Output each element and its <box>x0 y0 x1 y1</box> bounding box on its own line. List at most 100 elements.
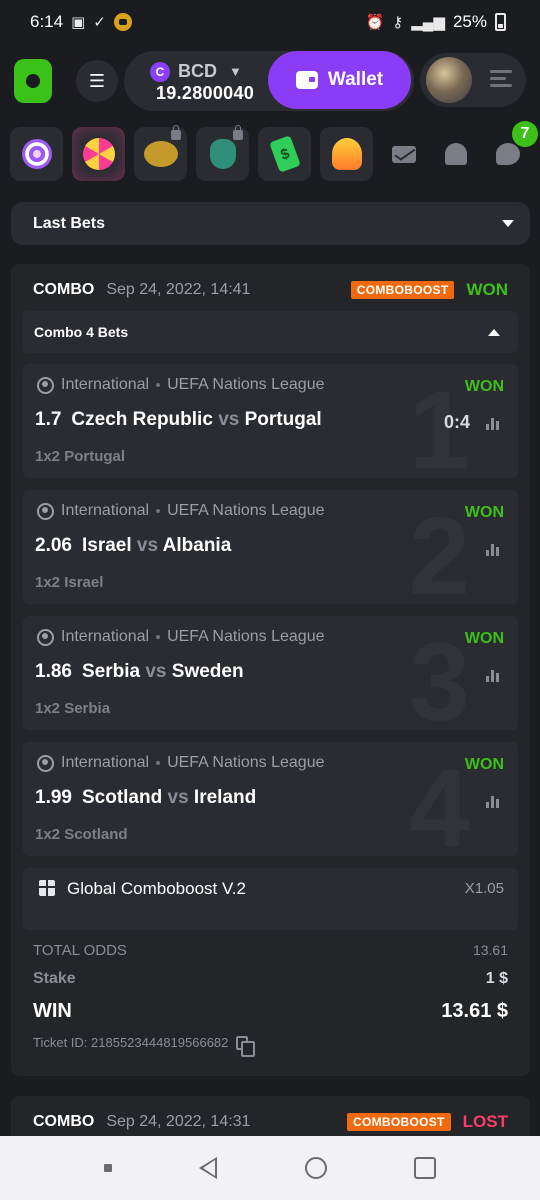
bet-status: LOST <box>462 1112 508 1131</box>
currency-label: BCD <box>178 61 217 81</box>
separator-dot <box>156 383 161 387</box>
chevron-down-icon: ▼ <box>229 64 242 79</box>
bc-logo-icon[interactable] <box>14 59 52 103</box>
battery-percent: 25% <box>452 12 487 31</box>
coin-drop-tile[interactable] <box>320 127 374 181</box>
beetle-tile[interactable] <box>196 125 250 181</box>
bet-date: Sep 24, 2022, 14:41 <box>106 281 251 298</box>
leg-number: 4 <box>408 747 470 857</box>
leg-region: International <box>61 628 150 645</box>
app-notification-icon <box>113 13 132 31</box>
leg-score: 0:4 <box>443 412 470 432</box>
stats-icon[interactable] <box>486 416 502 430</box>
beetle-icon <box>209 139 236 169</box>
rakeback-tile[interactable]: $ <box>258 127 312 181</box>
vs-label: vs <box>167 787 189 808</box>
globe-icon <box>37 628 54 646</box>
menu-button[interactable]: ☰ <box>76 60 118 102</box>
stake-row: Stake 1 $ <box>33 970 508 988</box>
leg-number: 3 <box>408 621 470 731</box>
away-team: Portugal <box>244 409 322 430</box>
bet-status: WON <box>466 280 508 299</box>
vs-label: vs <box>145 661 167 682</box>
quest-tile[interactable] <box>10 127 64 181</box>
win-label: WIN <box>33 1000 72 1022</box>
mail-icon <box>391 145 416 163</box>
leg-status: WON <box>464 504 504 521</box>
last-bets-dropdown[interactable]: Last Bets <box>11 202 530 245</box>
leg-status: WON <box>464 378 504 395</box>
piggy-bank-icon <box>143 141 178 167</box>
bet-leg[interactable]: 3 International UEFA Nations League WON … <box>23 616 518 730</box>
notifications-button[interactable] <box>435 127 478 181</box>
chat-button[interactable]: 7 <box>487 121 538 181</box>
ticket-id: Ticket ID: 2185523444819566682 <box>33 1035 229 1050</box>
total-odds-row: TOTAL ODDS 13.61 <box>33 942 508 959</box>
price-tag-icon: $ <box>268 135 301 173</box>
copy-icon[interactable] <box>236 1035 256 1057</box>
list-menu-icon <box>490 70 512 88</box>
leg-odds: 1.7 <box>35 409 62 430</box>
bet-leg[interactable]: 2 International UEFA Nations League WON … <box>23 490 518 604</box>
leg-pick: 1x2 Scotland <box>35 826 128 843</box>
gallery-icon: ▣ <box>71 14 86 31</box>
check-icon: ✓ <box>93 14 106 31</box>
stake-value: 1 $ <box>485 970 508 987</box>
separator-dot <box>156 509 161 513</box>
hamburger-icon: ☰ <box>88 70 106 91</box>
away-team: Sweden <box>171 661 244 682</box>
back-icon[interactable] <box>199 1157 218 1179</box>
signal-icon: ▂▄▆ <box>411 14 445 31</box>
vs-label: vs <box>218 409 240 430</box>
bet-leg[interactable]: 4 International UEFA Nations League WON … <box>23 742 518 856</box>
away-team: Ireland <box>193 787 257 808</box>
caret-up-icon <box>488 328 500 336</box>
menu-square-icon[interactable] <box>103 1164 112 1172</box>
stats-icon[interactable] <box>486 542 502 556</box>
home-icon[interactable] <box>304 1157 327 1179</box>
comboboost-name: Global Comboboost V.2 <box>67 879 246 898</box>
leg-pick: 1x2 Portugal <box>35 448 126 465</box>
leg-league: UEFA Nations League <box>167 628 325 645</box>
user-menu-button[interactable] <box>420 53 526 107</box>
away-team: Albania <box>162 535 232 556</box>
balance-amount: 19.2800040 <box>156 83 255 103</box>
leg-pick: 1x2 Israel <box>35 574 104 591</box>
bet-leg[interactable]: 1 International UEFA Nations League WON … <box>23 364 518 478</box>
total-odds-label: TOTAL ODDS <box>33 942 127 959</box>
bcd-coin-icon: C <box>150 61 170 82</box>
home-team: Israel <box>81 535 132 556</box>
leg-league: UEFA Nations League <box>167 502 325 519</box>
leg-status: WON <box>464 630 504 647</box>
leg-region: International <box>61 502 150 519</box>
leg-number: 2 <box>408 495 470 605</box>
stake-label: Stake <box>33 970 76 987</box>
stats-icon[interactable] <box>486 668 502 682</box>
recents-icon[interactable] <box>414 1157 437 1179</box>
leg-region: International <box>61 376 150 393</box>
comboboost-box: Global Comboboost V.2 X1.05 <box>23 868 518 930</box>
status-bar: 6:14 ▣ ✓ ⏰ ⚷ ▂▄▆ 25% <box>0 0 540 44</box>
globe-icon <box>37 376 54 394</box>
stats-icon[interactable] <box>486 794 502 808</box>
total-odds-value: 13.61 <box>472 942 508 958</box>
target-icon <box>21 139 52 169</box>
mail-button[interactable] <box>382 127 425 181</box>
promo-shortcuts: $ 7 <box>0 121 540 186</box>
lock-icon <box>171 125 182 140</box>
last-bets-label: Last Bets <box>33 214 106 232</box>
combo-count-label: Combo 4 Bets <box>34 324 129 340</box>
leg-league: UEFA Nations League <box>167 376 325 393</box>
bet-type: COMBO <box>33 1113 95 1130</box>
leg-odds: 1.86 <box>35 661 72 682</box>
chat-badge: 7 <box>511 121 538 147</box>
piggy-bank-tile[interactable] <box>134 125 188 181</box>
home-team: Scotland <box>81 787 163 808</box>
combo-toggle[interactable]: Combo 4 Bets <box>23 311 518 353</box>
wallet-button[interactable]: Wallet <box>268 51 411 109</box>
leg-status: WON <box>464 756 504 773</box>
wheel-icon <box>82 138 115 170</box>
lucky-wheel-tile[interactable] <box>72 127 126 181</box>
alarm-icon: ⏰ <box>365 14 385 31</box>
vpn-key-icon: ⚷ <box>392 14 404 31</box>
